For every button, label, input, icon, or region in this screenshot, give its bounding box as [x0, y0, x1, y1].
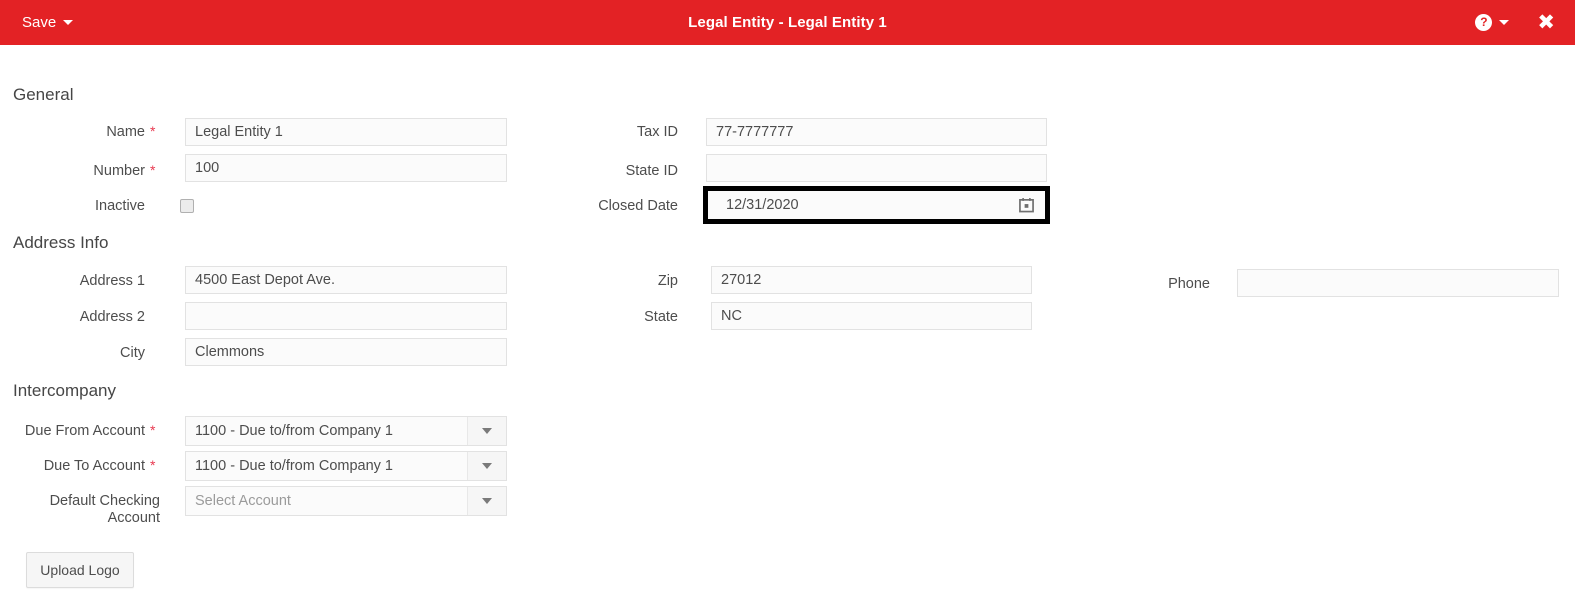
- due-to-account-dropdown[interactable]: 1100 - Due to/from Company 1: [185, 451, 507, 481]
- calendar-icon[interactable]: [1019, 198, 1034, 213]
- default-checking-account-value: Select Account: [195, 493, 291, 509]
- label-address-1: Address 1: [79, 273, 145, 289]
- chevron-down-icon: [482, 498, 492, 504]
- titlebar-actions: ? ✖: [1475, 0, 1555, 45]
- inactive-checkbox[interactable]: [180, 199, 194, 213]
- form-canvas: General Name * Number * Inactive Tax ID …: [0, 45, 1575, 601]
- section-heading-general: General: [13, 85, 74, 104]
- state-input[interactable]: [711, 302, 1032, 330]
- label-city: City: [120, 345, 145, 361]
- label-default-checking-account: Default Checking Account: [49, 493, 160, 526]
- page-title: Legal Entity - Legal Entity 1: [688, 14, 887, 31]
- city-input[interactable]: [185, 338, 507, 366]
- chevron-down-icon: [482, 428, 492, 434]
- section-heading-intercompany: Intercompany: [13, 381, 116, 400]
- upload-logo-button[interactable]: Upload Logo: [26, 552, 134, 588]
- section-heading-address-info: Address Info: [13, 233, 109, 252]
- address-2-input[interactable]: [185, 302, 507, 330]
- label-state-id: State ID: [625, 163, 678, 179]
- due-to-account-toggle[interactable]: [467, 452, 506, 480]
- required-marker-due-to-account: *: [150, 457, 156, 473]
- label-state: State: [644, 309, 678, 325]
- label-address-2: Address 2: [79, 309, 145, 325]
- label-due-from-account: Due From Account: [24, 423, 145, 439]
- due-from-account-dropdown[interactable]: 1100 - Due to/from Company 1: [185, 416, 507, 446]
- phone-input[interactable]: [1237, 269, 1559, 297]
- label-closed-date: Closed Date: [598, 198, 678, 214]
- chevron-down-icon: [1499, 20, 1510, 25]
- name-input[interactable]: [185, 118, 507, 146]
- required-marker-number: *: [150, 162, 156, 178]
- default-checking-account-dropdown[interactable]: Select Account: [185, 486, 507, 516]
- required-marker-name: *: [150, 123, 156, 139]
- tax-id-input[interactable]: [706, 118, 1047, 146]
- state-id-input[interactable]: [706, 154, 1047, 182]
- label-tax-id: Tax ID: [636, 124, 678, 140]
- due-to-account-value: 1100 - Due to/from Company 1: [195, 458, 393, 474]
- default-checking-account-toggle[interactable]: [467, 487, 506, 515]
- number-input[interactable]: [185, 154, 507, 182]
- label-due-to-account: Due To Account: [43, 458, 145, 474]
- help-icon: ?: [1475, 14, 1493, 31]
- address-1-input[interactable]: [185, 266, 507, 294]
- due-from-account-toggle[interactable]: [467, 417, 506, 445]
- closed-date-value: 12/31/2020: [726, 197, 799, 213]
- window-title-bar: Save Legal Entity - Legal Entity 1 ? ✖: [0, 0, 1575, 45]
- label-name: Name: [106, 124, 145, 140]
- close-icon[interactable]: ✖: [1537, 12, 1555, 33]
- due-from-account-value: 1100 - Due to/from Company 1: [195, 423, 393, 439]
- chevron-down-icon: [482, 463, 492, 469]
- help-menu-button[interactable]: ?: [1475, 14, 1510, 31]
- label-zip: Zip: [657, 273, 678, 289]
- label-phone: Phone: [1168, 276, 1210, 292]
- zip-input[interactable]: [711, 266, 1032, 294]
- required-marker-due-from-account: *: [150, 422, 156, 438]
- label-number: Number: [93, 163, 145, 179]
- closed-date-field[interactable]: 12/31/2020: [703, 186, 1050, 224]
- label-inactive: Inactive: [95, 198, 145, 214]
